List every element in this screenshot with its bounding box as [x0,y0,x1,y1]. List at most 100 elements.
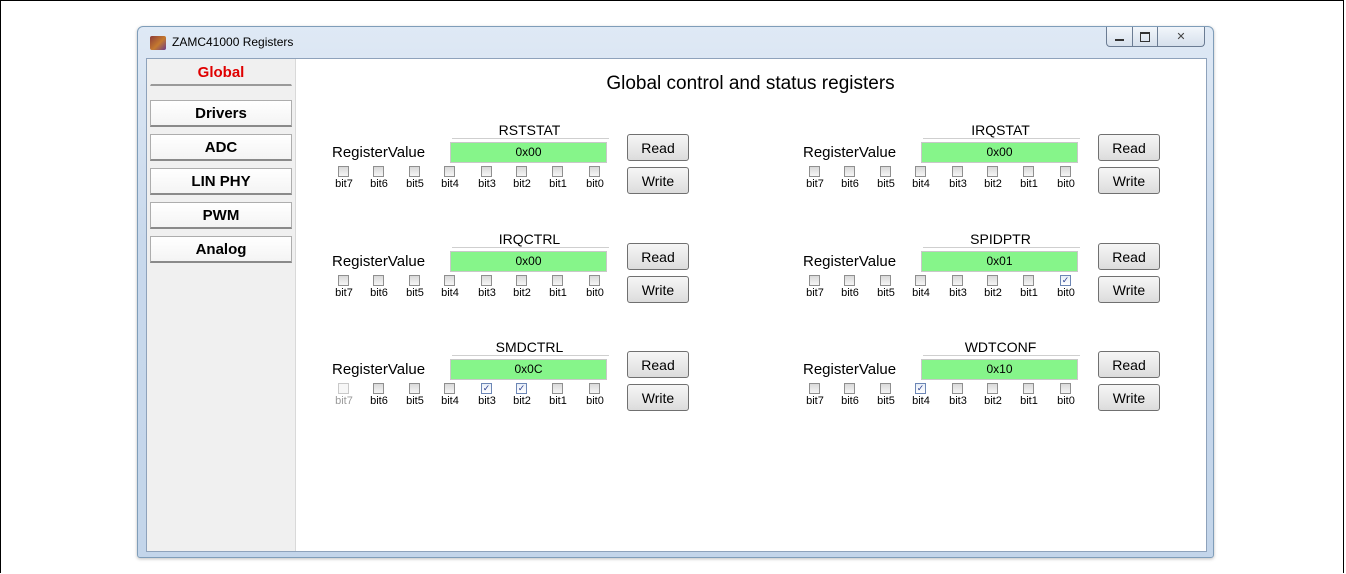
read-button[interactable]: Read [627,351,689,378]
read-button[interactable]: Read [1098,134,1160,161]
sidebar-item-adc[interactable]: ADC [150,134,292,161]
bit-checkbox[interactable]: ✓ [516,383,527,394]
bit-checkbox[interactable] [516,275,527,286]
bit-checkbox[interactable] [444,166,455,177]
sidebar-item-global[interactable]: Global [150,59,292,86]
register-value-field[interactable]: 0x00 [921,142,1078,163]
bit-checkbox[interactable] [373,383,384,394]
bit-checkbox[interactable] [987,275,998,286]
bit-checkbox[interactable] [1060,166,1071,177]
bit-checkbox[interactable] [444,383,455,394]
bit-checkbox[interactable] [589,166,600,177]
bit-label: bit0 [1057,287,1075,299]
app-icon [150,36,166,50]
bit-checkbox[interactable] [915,275,926,286]
bit-bit6: bit6 [838,275,864,305]
bit-label: bit0 [1057,178,1075,190]
write-button[interactable]: Write [1098,384,1160,411]
bit-bit1: bit1 [546,383,572,413]
register-value-field[interactable]: 0x00 [450,251,607,272]
bit-label: bit0 [586,395,604,407]
bit-label: bit6 [370,287,388,299]
bit-bit3: bit3 [946,166,972,196]
bit-checkbox[interactable] [409,383,420,394]
write-button[interactable]: Write [627,167,689,194]
bit-checkbox[interactable] [987,166,998,177]
write-button[interactable]: Write [1098,276,1160,303]
bit-checkbox[interactable] [844,383,855,394]
bit-checkbox[interactable] [952,383,963,394]
bit-checkbox[interactable] [409,275,420,286]
sidebar-item-drivers[interactable]: Drivers [150,100,292,127]
read-button[interactable]: Read [627,134,689,161]
bit-checkbox[interactable] [844,275,855,286]
register-value-field[interactable]: 0x00 [450,142,607,163]
sidebar-item-analog[interactable]: Analog [150,236,292,263]
read-button[interactable]: Read [627,243,689,270]
write-button[interactable]: Write [627,384,689,411]
minimize-button[interactable] [1106,27,1133,47]
bit-bit3: ✓ bit3 [475,383,501,413]
bit-checkbox[interactable] [1023,166,1034,177]
bit-bit5: bit5 [403,383,429,413]
bit-checkbox[interactable] [552,383,563,394]
maximize-button[interactable] [1133,27,1158,47]
bit-checkbox[interactable] [373,166,384,177]
bit-checkbox[interactable]: ✓ [915,383,926,394]
bit-label: bit6 [370,395,388,407]
bit-checkbox[interactable] [809,383,820,394]
page-title: Global control and status registers [606,73,895,94]
write-button[interactable]: Write [627,276,689,303]
sidebar-item-lin-phy[interactable]: LIN PHY [150,168,292,195]
bit-checkbox[interactable] [338,166,349,177]
bit-checkbox[interactable] [481,166,492,177]
bit-checkbox[interactable] [880,166,891,177]
register-value-field[interactable]: 0x0C [450,359,607,380]
bit-bit7: bit7 [332,383,358,413]
bit-checkbox[interactable] [516,166,527,177]
register-value-field[interactable]: 0x01 [921,251,1078,272]
register-value-field[interactable]: 0x10 [921,359,1078,380]
bit-checkbox[interactable] [880,383,891,394]
title-bar[interactable]: ZAMC41000 Registers ✕ [138,27,1213,57]
bit-checkbox[interactable] [373,275,384,286]
bit-checkbox[interactable] [809,166,820,177]
register-name-divider [452,247,609,248]
bit-checkbox [338,383,349,394]
bit-checkbox[interactable] [1023,275,1034,286]
bit-label: bit4 [441,395,459,407]
bit-checkbox[interactable] [915,166,926,177]
bit-bit1: bit1 [1017,383,1043,413]
bit-checkbox[interactable]: ✓ [481,383,492,394]
bit-bit5: bit5 [403,275,429,305]
bit-checkbox[interactable] [409,166,420,177]
read-button[interactable]: Read [1098,351,1160,378]
bit-checkbox[interactable] [1023,383,1034,394]
bit-checkbox[interactable] [880,275,891,286]
bit-checkbox[interactable] [444,275,455,286]
bit-checkbox[interactable]: ✓ [1060,275,1071,286]
bit-checkbox[interactable] [481,275,492,286]
bit-checkbox[interactable] [552,275,563,286]
write-button[interactable]: Write [1098,167,1160,194]
bit-checkbox[interactable] [552,166,563,177]
bit-label: bit7 [335,395,353,407]
bit-checkbox[interactable] [952,166,963,177]
bit-label: bit3 [949,395,967,407]
read-button[interactable]: Read [1098,243,1160,270]
bit-checkbox[interactable] [1060,383,1071,394]
bit-label: bit6 [841,395,859,407]
sidebar-item-pwm[interactable]: PWM [150,202,292,229]
bit-checkbox[interactable] [589,383,600,394]
register-value-label: RegisterValue [332,144,426,161]
register-group-irqstat: IRQSTAT RegisterValue 0x00 Read Write bit7 bit… [803,122,1183,194]
bit-checkbox[interactable] [952,275,963,286]
bit-checkbox[interactable] [338,275,349,286]
close-button[interactable]: ✕ [1158,27,1205,47]
bit-bit3: bit3 [475,275,501,305]
bit-checkbox[interactable] [844,166,855,177]
bit-checkbox[interactable] [589,275,600,286]
bit-checkbox[interactable] [809,275,820,286]
bit-checkbox[interactable] [987,383,998,394]
bit-bit7: bit7 [332,166,358,196]
